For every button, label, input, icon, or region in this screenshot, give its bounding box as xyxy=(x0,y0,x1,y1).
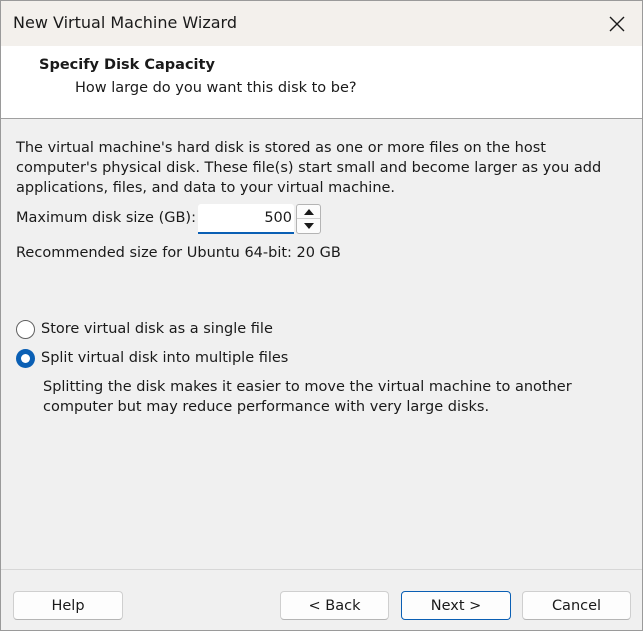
spin-up-button[interactable] xyxy=(297,205,320,219)
split-files-radio[interactable] xyxy=(16,348,35,368)
disk-description: The virtual machine's hard disk is store… xyxy=(16,140,602,196)
arrow-down-icon xyxy=(303,223,314,229)
spin-down-button[interactable] xyxy=(297,219,320,233)
split-files-option[interactable]: Split virtual disk into multiple files xyxy=(16,347,288,369)
page-subtitle: How large do you want this disk to be? xyxy=(75,80,357,96)
window-title: New Virtual Machine Wizard xyxy=(13,13,237,32)
disk-size-label: Maximum disk size (GB): xyxy=(16,210,196,226)
disk-size-input[interactable] xyxy=(198,204,294,234)
single-file-option[interactable]: Store virtual disk as a single file xyxy=(16,318,273,340)
next-button[interactable]: Next > xyxy=(401,591,511,620)
back-button[interactable]: < Back xyxy=(280,591,389,620)
split-files-label: Split virtual disk into multiple files xyxy=(41,350,289,366)
disk-size-spinner xyxy=(296,204,321,234)
close-button[interactable] xyxy=(592,1,642,46)
cancel-button[interactable]: Cancel xyxy=(522,591,631,620)
recommended-size-text: Recommended size for Ubuntu 64-bit: 20 G… xyxy=(16,245,341,261)
help-button[interactable]: Help xyxy=(13,591,123,620)
footer-divider xyxy=(1,569,642,570)
close-icon xyxy=(609,16,625,31)
arrow-up-icon xyxy=(303,208,314,215)
title-bar: New Virtual Machine Wizard xyxy=(1,1,642,46)
split-files-note: Splitting the disk makes it easier to mo… xyxy=(43,379,572,415)
wizard-window: New Virtual Machine Wizard Specify Disk … xyxy=(0,0,643,631)
single-file-label: Store virtual disk as a single file xyxy=(41,321,273,337)
page-title: Specify Disk Capacity xyxy=(39,57,215,73)
wizard-header: Specify Disk Capacity How large do you w… xyxy=(1,46,642,119)
single-file-radio[interactable] xyxy=(16,319,35,339)
